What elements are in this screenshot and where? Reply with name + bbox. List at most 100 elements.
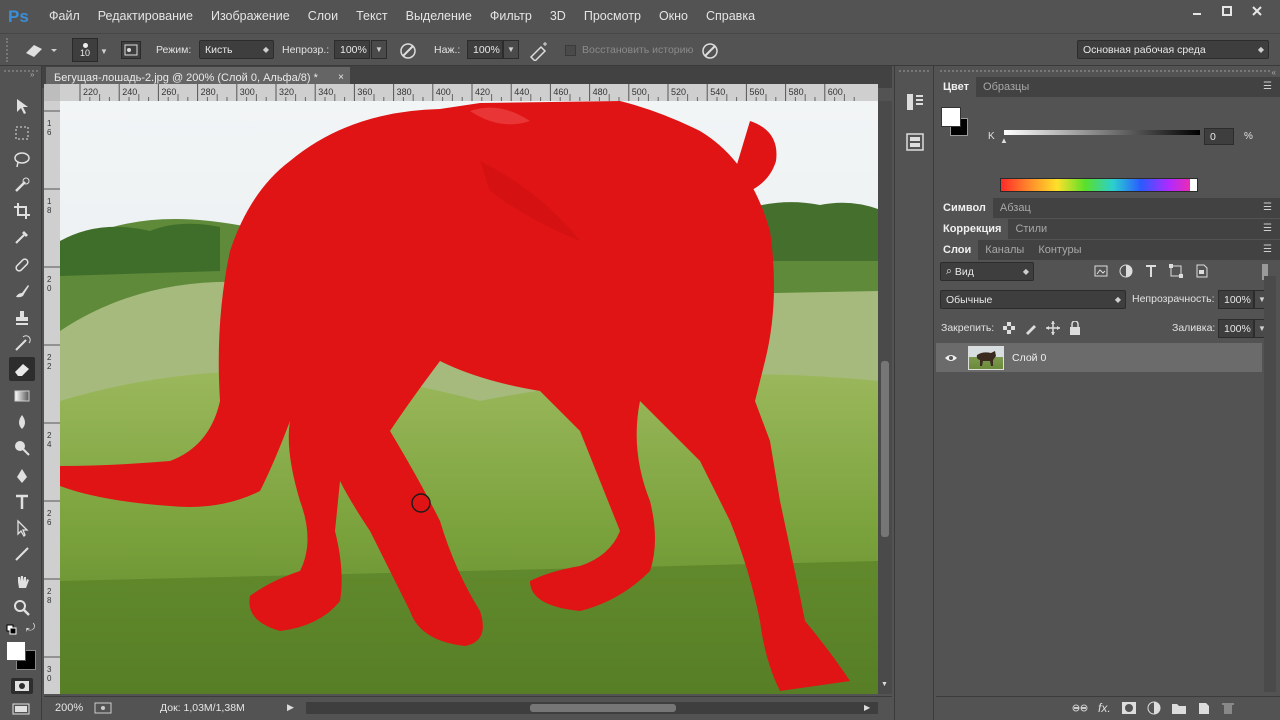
minimize-icon[interactable] bbox=[1182, 0, 1212, 22]
filter-type-icon[interactable] bbox=[1144, 264, 1158, 281]
panel-menu-icon[interactable]: ☰ bbox=[1263, 223, 1272, 234]
gradient-tool-icon[interactable] bbox=[9, 384, 35, 408]
clone-stamp-tool-icon[interactable] bbox=[9, 306, 35, 330]
lock-position-icon[interactable] bbox=[1046, 321, 1060, 338]
collapse-icon[interactable]: » bbox=[30, 70, 34, 79]
color-ramp[interactable] bbox=[1000, 178, 1198, 192]
menu-edit[interactable]: Редактирование bbox=[89, 0, 202, 33]
opacity-input[interactable]: 100% bbox=[334, 40, 370, 59]
quick-mask-icon[interactable] bbox=[11, 678, 33, 694]
default-colors-icon[interactable] bbox=[6, 624, 18, 639]
eraser-preset-icon[interactable] bbox=[22, 41, 58, 62]
crop-tool-icon[interactable] bbox=[9, 199, 35, 223]
layer-filter-select[interactable]: ⌕ Вид ◆ bbox=[940, 262, 1034, 281]
panel-menu-icon[interactable]: ☰ bbox=[1263, 244, 1272, 255]
menu-3d[interactable]: 3D bbox=[541, 0, 575, 33]
swap-colors-icon[interactable]: ⤾ bbox=[26, 622, 35, 635]
link-layers-icon[interactable] bbox=[1072, 701, 1088, 718]
tab-paths[interactable]: Контуры bbox=[1031, 240, 1088, 260]
new-layer-icon[interactable] bbox=[1197, 701, 1211, 718]
tab-character[interactable]: Символ bbox=[936, 198, 993, 218]
vertical-ruler[interactable]: 1618 2022 2426 2830 bbox=[44, 101, 60, 694]
menu-window[interactable]: Окно bbox=[650, 0, 697, 33]
dodge-tool-icon[interactable] bbox=[9, 436, 35, 460]
type-tool-icon[interactable] bbox=[9, 490, 35, 514]
marquee-tool-icon[interactable] bbox=[9, 121, 35, 145]
menu-image[interactable]: Изображение bbox=[202, 0, 299, 33]
new-adjustment-layer-icon[interactable] bbox=[1147, 701, 1161, 718]
eye-icon[interactable] bbox=[936, 353, 966, 363]
restore-history-checkbox[interactable] bbox=[565, 45, 576, 56]
vertical-scrollbar[interactable]: ▼ bbox=[878, 101, 892, 694]
channel-k-slider[interactable] bbox=[1004, 130, 1200, 135]
layer-effects-icon[interactable]: fx. bbox=[1098, 701, 1111, 718]
layers-scrollbar[interactable] bbox=[1264, 276, 1276, 692]
tab-channels[interactable]: Каналы bbox=[978, 240, 1031, 260]
eyedropper-tool-icon[interactable] bbox=[9, 225, 35, 249]
lasso-tool-icon[interactable] bbox=[9, 147, 35, 171]
opacity-pressure-icon[interactable] bbox=[398, 41, 418, 64]
lock-all-icon[interactable] bbox=[1068, 320, 1082, 338]
menu-file[interactable]: Файл bbox=[40, 0, 89, 33]
layer-opacity-input[interactable]: 100% bbox=[1218, 290, 1254, 309]
brush-panel-icon[interactable] bbox=[121, 41, 141, 59]
tab-swatches[interactable]: Образцы bbox=[976, 77, 1036, 97]
tab-adjustments[interactable]: Коррекция bbox=[936, 219, 1009, 239]
menu-help[interactable]: Справка bbox=[697, 0, 764, 33]
channel-k-value[interactable]: 0 bbox=[1204, 128, 1234, 145]
scroll-down-icon[interactable]: ▼ bbox=[881, 681, 888, 688]
pressure-input[interactable]: 100% bbox=[467, 40, 503, 59]
fill-input[interactable]: 100% bbox=[1218, 319, 1254, 338]
ruler-origin[interactable] bbox=[44, 84, 60, 101]
healing-brush-tool-icon[interactable] bbox=[9, 253, 35, 277]
filter-smart-object-icon[interactable] bbox=[1194, 264, 1208, 281]
tab-layers[interactable]: Слои bbox=[936, 240, 979, 260]
slider-thumb-icon[interactable]: ▲ bbox=[1000, 136, 1008, 145]
filter-shape-icon[interactable] bbox=[1169, 264, 1183, 281]
foreground-color-swatch[interactable] bbox=[6, 641, 26, 661]
history-panel-icon[interactable] bbox=[905, 92, 925, 115]
screen-mode-icon[interactable] bbox=[11, 702, 33, 718]
tab-styles[interactable]: Стили bbox=[1008, 219, 1054, 239]
menu-text[interactable]: Текст bbox=[347, 0, 396, 33]
quick-selection-tool-icon[interactable] bbox=[9, 173, 35, 197]
panel-menu-icon[interactable]: ☰ bbox=[1263, 202, 1272, 213]
close-tab-icon[interactable]: × bbox=[338, 72, 344, 83]
filter-adjustment-icon[interactable] bbox=[1119, 264, 1133, 281]
brush-size-picker[interactable]: 10 bbox=[72, 38, 98, 62]
panel-menu-icon[interactable]: ☰ bbox=[1263, 81, 1272, 92]
filter-pixel-icon[interactable] bbox=[1094, 264, 1108, 281]
blur-tool-icon[interactable] bbox=[9, 410, 35, 434]
vertical-scroll-thumb[interactable] bbox=[881, 361, 889, 537]
layer-mask-icon[interactable] bbox=[1121, 701, 1137, 718]
move-tool-icon[interactable] bbox=[9, 94, 35, 118]
dock-collapse-icon[interactable]: « bbox=[1272, 68, 1276, 77]
line-tool-icon[interactable] bbox=[9, 542, 35, 566]
layer-name[interactable]: Слой 0 bbox=[1012, 352, 1046, 364]
color-fg-swatch[interactable] bbox=[941, 107, 961, 127]
mode-select[interactable]: Кисть ◆ bbox=[199, 40, 274, 59]
tablet-pressure-size-icon[interactable] bbox=[700, 41, 720, 64]
workspace-select[interactable]: Основная рабочая среда ◆ bbox=[1077, 40, 1269, 59]
horizontal-scroll-thumb[interactable] bbox=[530, 704, 676, 712]
chevron-down-icon[interactable]: ▼ bbox=[100, 47, 108, 56]
zoom-level[interactable]: 200% bbox=[55, 702, 83, 714]
status-menu-icon[interactable]: ▶ bbox=[287, 702, 294, 713]
pressure-dropdown-icon[interactable]: ▼ bbox=[503, 40, 519, 59]
lock-pixels-icon[interactable] bbox=[1024, 321, 1038, 338]
maximize-icon[interactable] bbox=[1212, 0, 1242, 22]
pen-tool-icon[interactable] bbox=[9, 464, 35, 488]
status-info-icon[interactable] bbox=[94, 702, 112, 717]
new-group-icon[interactable] bbox=[1171, 701, 1187, 718]
horizontal-scrollbar[interactable] bbox=[306, 702, 878, 714]
document-canvas[interactable] bbox=[60, 101, 878, 694]
opacity-dropdown-icon[interactable]: ▼ bbox=[371, 40, 387, 59]
brush-tool-icon[interactable] bbox=[9, 279, 35, 303]
menu-filter[interactable]: Фильтр bbox=[481, 0, 541, 33]
scroll-right-icon[interactable]: ▶ bbox=[864, 703, 870, 712]
blend-mode-select[interactable]: Обычные ◆ bbox=[940, 290, 1126, 309]
lock-transparency-icon[interactable] bbox=[1002, 321, 1016, 338]
history-brush-tool-icon[interactable] bbox=[9, 332, 35, 356]
tab-paragraph[interactable]: Абзац bbox=[993, 198, 1038, 218]
delete-layer-icon[interactable] bbox=[1221, 701, 1235, 718]
